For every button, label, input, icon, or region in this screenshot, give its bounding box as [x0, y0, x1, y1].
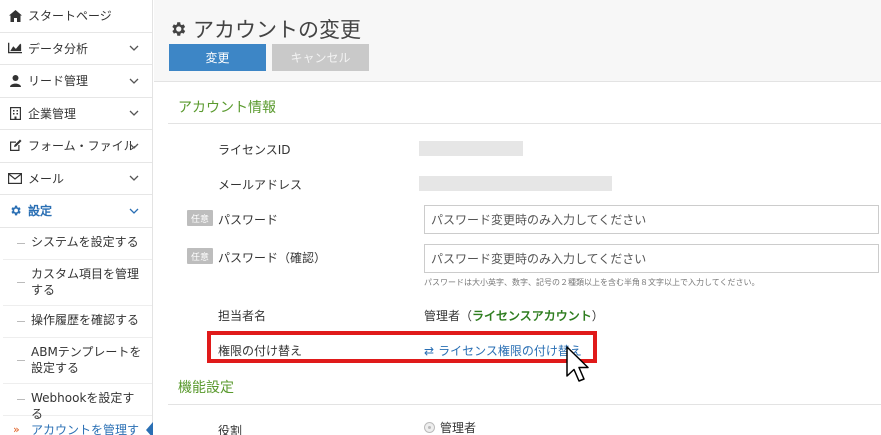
- active-notch: [146, 422, 153, 435]
- cancel-button[interactable]: キャンセル: [272, 44, 369, 71]
- building-icon: [8, 106, 22, 120]
- owner-value: 管理者（ライセンスアカウント）: [424, 307, 604, 324]
- submenu-system-settings[interactable]: システムを設定する: [3, 228, 152, 260]
- current-marker: »: [13, 422, 20, 435]
- page-header: アカウントの変更 変更 キャンセル: [154, 0, 881, 82]
- optional-badge: 任意: [187, 210, 213, 226]
- optional-badge: 任意: [187, 248, 213, 264]
- sidebar-item-label: スタートページ: [28, 9, 112, 24]
- sidebar: スタートページ データ分析 リード管理 企業管理 フォーム・ファイル メール 設…: [0, 0, 153, 435]
- sidebar-item-label: リード管理: [28, 74, 89, 89]
- license-id-value-redacted: [419, 141, 523, 156]
- sidebar-item-label: 設定: [28, 204, 53, 219]
- main-content: アカウントの変更 変更 キャンセル アカウント情報 ライセンスID メールアドレ…: [154, 0, 881, 435]
- submenu-account-management[interactable]: » アカウントを管理する: [3, 416, 153, 435]
- submenu-label: カスタム項目を管理する: [31, 266, 140, 297]
- mail-icon: [8, 171, 22, 185]
- submenu-operation-history[interactable]: 操作履歴を確認する: [3, 306, 152, 338]
- role-option-label: 管理者: [440, 421, 477, 435]
- sidebar-item-label: 企業管理: [28, 106, 77, 121]
- email-label: メールアドレス: [218, 178, 303, 192]
- section-title-account-info: アカウント情報: [178, 100, 276, 116]
- home-icon: [8, 9, 22, 23]
- chevron-down-icon: [129, 143, 139, 149]
- email-value-redacted: [419, 176, 612, 191]
- settings-submenu: システムを設定する カスタム項目を管理する 操作履歴を確認する ABMテンプレー…: [0, 227, 153, 435]
- radio-icon: [424, 422, 435, 433]
- section-divider: [168, 404, 881, 405]
- owner-account-type: ライセンスアカウント: [472, 309, 592, 323]
- gear-icon: [172, 22, 186, 36]
- edit-icon: [8, 139, 22, 153]
- sidebar-item-leads[interactable]: リード管理: [0, 65, 152, 98]
- submenu-label: 操作履歴を確認する: [31, 312, 140, 327]
- user-icon: [8, 74, 22, 88]
- owner-value-suffix: ）: [591, 309, 604, 323]
- page-title: アカウントの変更: [169, 14, 361, 44]
- sidebar-item-label: フォーム・ファイル: [28, 139, 136, 154]
- sidebar-item-label: メール: [28, 171, 65, 186]
- submenu-abm-template[interactable]: ABMテンプレートを設定する: [3, 338, 152, 384]
- chevron-down-icon: [129, 175, 139, 182]
- sidebar-item-settings[interactable]: 設定: [0, 195, 152, 228]
- password-confirm-label: パスワード（確認）: [218, 251, 327, 265]
- gear-icon: [8, 204, 22, 218]
- chart-icon: [8, 41, 22, 55]
- section-title-features: 機能設定: [178, 380, 234, 396]
- sidebar-item-forms[interactable]: フォーム・ファイル: [0, 130, 152, 163]
- submenu-label: アカウントを管理する: [31, 422, 140, 435]
- license-id-label: ライセンスID: [218, 143, 291, 157]
- chevron-down-icon: [129, 110, 139, 117]
- sidebar-item-analytics[interactable]: データ分析: [0, 32, 152, 65]
- sidebar-item-mail[interactable]: メール: [0, 162, 152, 195]
- save-button[interactable]: 変更: [169, 44, 266, 71]
- submenu-label: システムを設定する: [31, 234, 139, 249]
- chevron-down-icon: [129, 78, 139, 84]
- sidebar-item-companies[interactable]: 企業管理: [0, 97, 152, 130]
- highlight-box: [207, 331, 597, 363]
- mouse-cursor-icon: [566, 346, 589, 382]
- password-label: パスワード: [218, 213, 279, 227]
- section-divider: [168, 123, 881, 124]
- submenu-webhook[interactable]: Webhookを設定する: [3, 384, 152, 421]
- role-label: 役割: [218, 424, 243, 435]
- chevron-down-icon: [129, 208, 139, 214]
- owner-name: 管理者（: [424, 309, 473, 323]
- role-radio-admin[interactable]: 管理者: [424, 419, 476, 435]
- password-help-text: パスワードは大小英字、数字、記号の２種類以上を含む半角８文字以上で入力してくださ…: [424, 278, 760, 287]
- sidebar-item-start[interactable]: スタートページ: [0, 0, 152, 33]
- sidebar-item-label: データ分析: [28, 41, 89, 56]
- page-title-text: アカウントの変更: [193, 18, 361, 42]
- submenu-label: ABMテンプレートを設定する: [31, 344, 142, 375]
- submenu-custom-fields[interactable]: カスタム項目を管理する: [3, 260, 152, 306]
- chevron-down-icon: [129, 45, 139, 52]
- password-confirm-input[interactable]: パスワード変更時のみ入力してください: [424, 244, 879, 273]
- owner-label: 担当者名: [218, 309, 267, 323]
- password-input[interactable]: パスワード変更時のみ入力してください: [424, 205, 879, 234]
